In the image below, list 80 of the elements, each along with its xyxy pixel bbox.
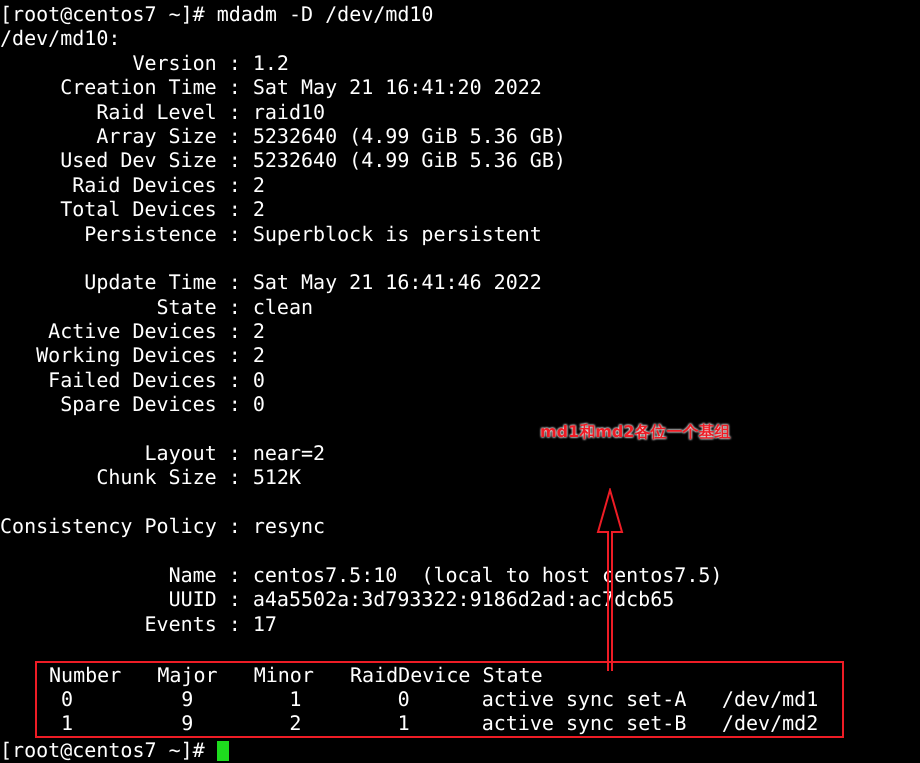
field-label: Consistency Policy (0, 514, 217, 539)
column-header: State (482, 662, 543, 687)
field-label: Array Size (95, 124, 217, 148)
field-separator: : (228, 587, 241, 612)
table-cell: 0 (398, 686, 410, 711)
table-cell: 1 (289, 686, 302, 711)
field-separator: : (228, 343, 241, 368)
field-separator: : (228, 100, 241, 124)
field-label: Layout (143, 441, 217, 466)
column-header: RaidDevice (350, 662, 470, 687)
field-label: Creation Time (59, 75, 217, 100)
field-label: Used Dev Size (59, 148, 217, 173)
table-cell: /dev/md1 (722, 686, 818, 711)
field-separator: : (228, 270, 241, 294)
field-label: Persistence (83, 222, 217, 246)
field-separator: : (228, 148, 241, 172)
field-label: Active Devices (47, 319, 217, 344)
table-cell: 9 (181, 686, 194, 711)
field-separator: : (228, 562, 241, 587)
field-separator: : (228, 222, 241, 246)
field-separator: : (228, 612, 241, 636)
field-label: Update Time (83, 270, 217, 295)
field-separator: : (228, 124, 241, 148)
field-label: Chunk Size (95, 465, 217, 490)
field-value: 2 (252, 197, 265, 222)
command-line: [root@centos7 ~]# mdadm -D /dev/md10 (0, 2, 434, 26)
field-label: Events (143, 612, 217, 636)
field-value: 17 (252, 612, 277, 636)
field-separator: : (228, 172, 241, 197)
table-cell: 1 (61, 711, 74, 736)
field-value: 0 (252, 392, 265, 416)
field-separator: : (228, 441, 241, 466)
field-separator: : (228, 294, 241, 319)
field-value: 1.2 (252, 50, 289, 75)
field-separator: : (228, 50, 241, 75)
table-cell: active sync set-A (482, 686, 686, 711)
field-label: UUID (168, 587, 217, 612)
field-separator: : (228, 465, 241, 490)
field-label: Failed Devices (47, 368, 217, 392)
column-header: Major (157, 662, 218, 687)
field-value: 512K (252, 465, 302, 490)
field-separator: : (228, 197, 241, 222)
field-value: 0 (252, 368, 265, 392)
annotation-text: md1和md2各位一个基组 (540, 422, 731, 443)
table-cell: 0 (61, 686, 74, 711)
field-value: Superblock is persistent (252, 222, 542, 246)
field-label: Spare Devices (59, 392, 217, 417)
field-label: Raid Level (95, 100, 217, 124)
table-cell: 2 (289, 711, 302, 736)
field-label: Working Devices (35, 343, 217, 368)
field-label: Total Devices (59, 197, 217, 222)
field-value: resync (252, 514, 326, 538)
field-label: Raid Devices (71, 172, 217, 198)
field-value: 2 (252, 343, 265, 368)
field-value: 5232640 (4.99 GiB 5.36 GB) (252, 148, 566, 172)
device-header: /dev/md10: (0, 26, 122, 51)
shell-prompt: [root@centos7 ~]# (0, 738, 205, 762)
field-value: 2 (252, 319, 265, 344)
column-header: Number (49, 662, 122, 687)
field-separator: : (228, 392, 241, 416)
field-separator: : (228, 514, 241, 538)
table-cell: active sync set-B (482, 711, 686, 736)
field-label: Version (131, 50, 217, 76)
field-value: 5232640 (4.99 GiB 5.36 GB) (252, 124, 566, 148)
table-cell: /dev/md2 (722, 711, 818, 736)
field-value: raid10 (252, 100, 326, 124)
field-label: Name (168, 562, 217, 588)
field-separator: : (228, 368, 241, 392)
table-cell: 1 (398, 711, 410, 736)
field-value: Sat May 21 16:41:46 2022 (252, 270, 542, 294)
field-value: Sat May 21 16:41:20 2022 (252, 75, 542, 100)
field-separator: : (228, 75, 241, 100)
table-cell: 9 (181, 711, 194, 736)
field-value: clean (252, 294, 314, 319)
field-value: 2 (252, 172, 265, 197)
field-label: State (156, 294, 217, 320)
field-value: near=2 (252, 441, 326, 466)
column-header: Minor (254, 662, 314, 687)
cursor-block (216, 741, 229, 762)
field-separator: : (228, 319, 241, 344)
